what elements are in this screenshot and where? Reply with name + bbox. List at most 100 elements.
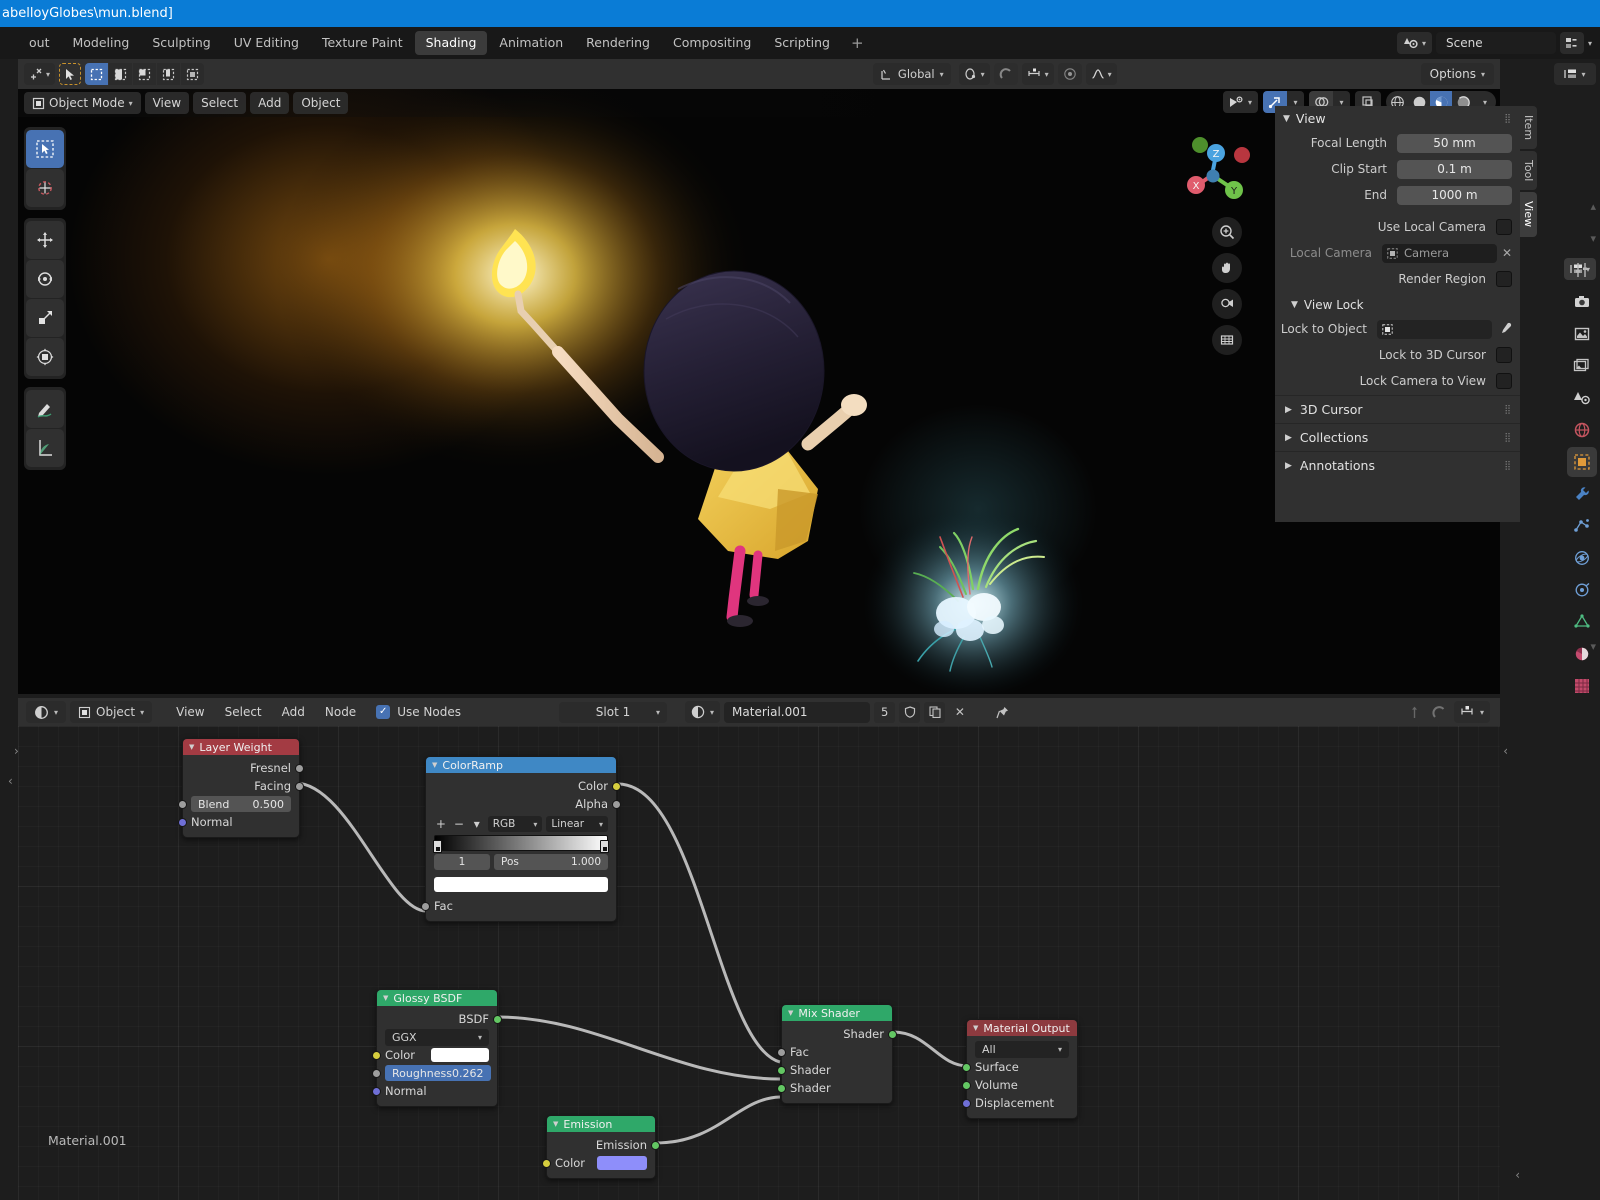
annotate-tool[interactable] [26,390,64,428]
panel-collapse-arrow-bottom[interactable]: ▾ [1590,232,1596,245]
view-layer-properties-icon[interactable] [1567,351,1597,381]
constraints-properties-icon[interactable] [1567,575,1597,605]
close-icon[interactable]: ✕ [1502,246,1512,260]
roughness-field[interactable]: Roughness 0.262 [385,1065,491,1081]
sidebar-tab-item[interactable]: Item [1520,106,1537,150]
select-subtract-icon[interactable] [133,63,157,85]
node-input-fac[interactable]: Fac [421,897,616,915]
socket-grey[interactable] [612,800,621,809]
node-input-color[interactable]: Color [372,1046,497,1064]
tweak-select-icon[interactable] [59,63,82,85]
properties-scroll-arrow[interactable]: ▾ [1590,640,1596,653]
node-input-volume[interactable]: Volume [962,1076,1077,1094]
node-input-roughness[interactable]: Roughness 0.262 [372,1064,497,1082]
node-input-shader-1[interactable]: Shader [777,1061,892,1079]
node-input-fac[interactable]: Fac [777,1043,892,1061]
node-header[interactable]: ▼ Mix Shader [782,1005,892,1021]
object-properties-icon[interactable] [1567,447,1597,477]
node-output-fresnel[interactable]: Fresnel [183,759,304,777]
socket-yellow[interactable] [372,1051,381,1060]
shader-editor-type-button[interactable]: ▾ [26,701,67,723]
workspace-tab-layout[interactable]: out [18,31,60,55]
shield-fake-user-icon[interactable] [899,701,921,723]
shader-menu-add[interactable]: Add [274,701,313,723]
distribution-row[interactable]: GGX ▾ [377,1028,497,1046]
material-browse-button[interactable]: ▾ [685,701,721,723]
view-lock-header[interactable]: ▼ View Lock [1275,293,1520,317]
node-output-emission[interactable]: Emission [547,1136,660,1154]
tweak-tool[interactable] [26,130,64,168]
node-mix-shader[interactable]: ▼ Mix Shader Shader Fac Shader Shader [777,1004,897,1104]
workspace-tab-rendering[interactable]: Rendering [575,31,661,55]
socket-purple[interactable] [178,818,187,827]
socket-green[interactable] [493,1015,502,1024]
node-input-displacement[interactable]: Displacement [962,1094,1077,1112]
panel-collapse-arrow-top[interactable]: ▴ [1590,200,1596,213]
scene-properties-icon[interactable] [1567,383,1597,413]
workspace-tab-texture-paint[interactable]: Texture Paint [311,31,414,55]
texture-properties-icon[interactable] [1567,671,1597,701]
scene-selector[interactable]: ▾ [1396,32,1432,54]
node-header[interactable]: ▼ Layer Weight [183,739,299,755]
socket-green[interactable] [962,1063,971,1072]
node-header[interactable]: ▼ ColorRamp [426,757,616,773]
annotations-section[interactable]: ▶ Annotations ⣿ [1275,451,1520,479]
eyedropper-icon[interactable] [1498,322,1512,336]
socket-yellow[interactable] [612,782,621,791]
clip-end-field[interactable]: 1000 m [1397,185,1512,205]
shader-type-selector[interactable]: Object ▾ [70,701,153,723]
pan-hand-icon[interactable] [1212,253,1242,283]
lock-camera-to-view-checkbox[interactable] [1496,373,1512,389]
snap-increment-icon[interactable]: ▾ [1021,63,1054,85]
zoom-icon[interactable] [1212,217,1242,247]
socket-green[interactable] [651,1141,660,1150]
remove-stop-icon[interactable]: − [452,817,466,831]
socket-green[interactable] [777,1066,786,1075]
scene-name-field[interactable]: Scene [1435,32,1556,54]
socket-purple[interactable] [372,1087,381,1096]
object-mode-selector[interactable]: Object Mode ▾ [24,92,141,114]
render-region-checkbox[interactable] [1496,271,1512,287]
measure-tool[interactable] [26,429,64,467]
material-slot-selector[interactable]: Slot 1 ▾ [559,701,668,723]
panel-drag-dots[interactable]: ⣿ [1504,405,1512,415]
workspace-tab-compositing[interactable]: Compositing [662,31,762,55]
node-header[interactable]: ▼ Glossy BSDF [377,990,497,1006]
interpolation-dropdown[interactable]: Linear ▾ [546,816,609,832]
node-input-color[interactable]: Color [542,1154,655,1172]
transform-orientation-selector[interactable]: Global ▾ [872,63,951,85]
sidebar-tab-view[interactable]: View [1520,192,1537,237]
editor-type-icon[interactable]: ▾ [1554,63,1596,85]
socket-grey[interactable] [178,800,187,809]
data-properties-icon[interactable] [1567,607,1597,637]
view-panel-header[interactable]: ▼ View ⣿ [1275,106,1520,131]
node-material-output[interactable]: ▼ Material Output All ▾ Surface Volume D… [962,1019,1078,1119]
workspace-tab-scripting[interactable]: Scripting [763,31,841,55]
node-header[interactable]: ▼ Emission [547,1116,655,1132]
view-layer-icon[interactable] [1559,32,1584,54]
panel-drag-dots[interactable]: ⣿ [1504,114,1512,124]
shader-menu-view[interactable]: View [168,701,212,723]
node-input-surface[interactable]: Surface [962,1058,1077,1076]
node-glossy-bsdf[interactable]: ▼ Glossy BSDF BSDF GGX ▾ Color Roughness… [372,989,502,1107]
rotate-tool[interactable] [26,260,64,298]
colorramp-stop-1[interactable] [600,840,609,853]
show-hide-icon[interactable]: ▾ [1222,91,1258,113]
colorramp-color-swatch[interactable] [434,877,608,892]
use-nodes-toggle[interactable]: ✓ Use Nodes [368,701,469,723]
emission-color-swatch[interactable] [597,1156,647,1170]
socket-grey[interactable] [295,782,304,791]
target-dropdown[interactable]: All ▾ [975,1040,1069,1058]
3d-cursor-section[interactable]: ▶ 3D Cursor ⣿ [1275,395,1520,423]
local-camera-field[interactable]: Camera [1381,243,1497,263]
render-properties-icon[interactable] [1567,287,1597,317]
colorramp-gradient[interactable] [433,835,609,853]
node-toolbar-open-arrow-left[interactable]: ‹ [8,774,13,788]
add-workspace-button[interactable]: + [842,31,873,55]
select-intersect-icon[interactable] [181,63,205,85]
shader-node-canvas[interactable]: ▼ Layer Weight Fresnel Facing Blend 0.50… [18,726,1500,1200]
physics-properties-icon[interactable] [1567,543,1597,573]
color-mode-dropdown[interactable]: RGB ▾ [487,816,543,832]
node-output-alpha[interactable]: Alpha [426,795,621,813]
output-properties-icon[interactable] [1567,319,1597,349]
